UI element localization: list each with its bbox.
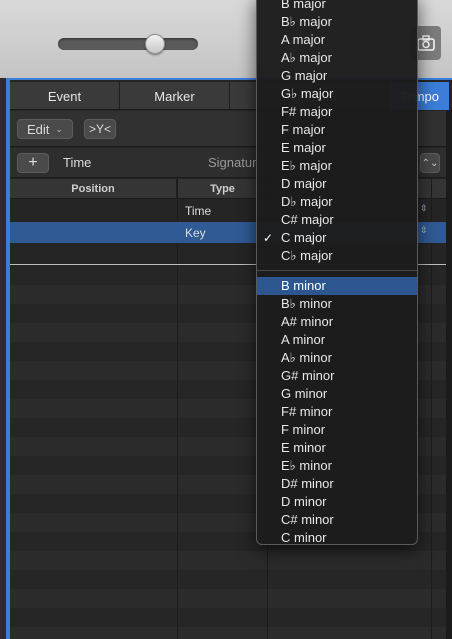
menu-item-label: C minor bbox=[281, 530, 327, 545]
menu-item-label: F# minor bbox=[281, 404, 333, 419]
scrollbar[interactable] bbox=[446, 110, 452, 639]
menu-separator bbox=[257, 270, 417, 271]
menu-item-major[interactable]: B♭ major bbox=[257, 13, 417, 31]
row-type: Time bbox=[185, 204, 212, 218]
add-signature-label: Signatur bbox=[208, 155, 257, 170]
menu-item-minor[interactable]: E♭ minor bbox=[257, 457, 417, 475]
zoom-slider-knob[interactable] bbox=[145, 34, 165, 54]
menu-item-minor[interactable]: D# minor bbox=[257, 475, 417, 493]
tab-event[interactable]: Event bbox=[10, 82, 120, 110]
menu-item-label: F minor bbox=[281, 422, 326, 437]
menu-item-label: C major bbox=[281, 230, 327, 245]
menu-item-label: C# minor bbox=[281, 512, 334, 527]
minor-keys-list: B minor B♭ minor A# minor A minor A♭ minor G#… bbox=[257, 277, 417, 547]
menu-item-label: B minor bbox=[281, 278, 326, 293]
menu-item-minor[interactable]: G# minor bbox=[257, 367, 417, 385]
menu-item-label: A major bbox=[281, 32, 326, 47]
tab-marker[interactable]: Marker bbox=[120, 82, 230, 110]
menu-item-label: A♭ minor bbox=[281, 350, 332, 365]
menu-item-label: E minor bbox=[281, 440, 326, 455]
menu-item-minor[interactable]: D minor bbox=[257, 493, 417, 511]
menu-item-label: F major bbox=[281, 122, 326, 137]
menu-item-major[interactable]: E♭ major bbox=[257, 157, 417, 175]
menu-item-major[interactable]: D major bbox=[257, 175, 417, 193]
edit-menu-button[interactable]: Edit ⌄ bbox=[17, 119, 73, 139]
add-button[interactable]: + bbox=[17, 153, 49, 173]
menu-item-label: G♭ major bbox=[281, 86, 334, 101]
menu-item-label: D major bbox=[281, 176, 327, 191]
menu-item-minor[interactable]: A minor bbox=[257, 331, 417, 349]
stepper-icon[interactable]: ⇳ bbox=[420, 203, 428, 214]
menu-item-major[interactable]: B major bbox=[257, 0, 417, 13]
key-dropdown-menu: B major B♭ major A major A♭ major G major G♭ … bbox=[256, 0, 418, 545]
menu-item-label: B♭ minor bbox=[281, 296, 332, 311]
menu-item-label: A minor bbox=[281, 332, 326, 347]
menu-item-minor[interactable]: B minor bbox=[257, 277, 417, 295]
menu-item-major[interactable]: C♭ major bbox=[257, 247, 417, 265]
menu-item-major[interactable]: A major bbox=[257, 31, 417, 49]
menu-item-minor[interactable]: F# minor bbox=[257, 403, 417, 421]
menu-item-minor[interactable]: G minor bbox=[257, 385, 417, 403]
menu-item-label: E♭ minor bbox=[281, 458, 332, 473]
chevron-down-icon: ⌄ bbox=[55, 123, 63, 134]
menu-item-major[interactable]: F major bbox=[257, 121, 417, 139]
menu-item-label: A♭ major bbox=[281, 50, 332, 65]
menu-item-label: B♭ major bbox=[281, 14, 332, 29]
menu-item-label: F# major bbox=[281, 104, 333, 119]
row-type: Key bbox=[185, 226, 206, 240]
filter-button[interactable]: >Y< bbox=[84, 119, 116, 139]
major-keys-list: B major B♭ major A major A♭ major G major G♭ … bbox=[257, 0, 417, 265]
filter-icon: >Y< bbox=[88, 122, 112, 136]
menu-item-label: G# minor bbox=[281, 368, 335, 383]
add-type-label: Time bbox=[63, 155, 92, 170]
edit-label: Edit bbox=[27, 121, 50, 137]
menu-item-label: C# major bbox=[281, 212, 334, 227]
menu-item-label: C♭ major bbox=[281, 248, 333, 263]
menu-item-major[interactable]: G♭ major bbox=[257, 85, 417, 103]
zoom-slider-track[interactable] bbox=[58, 38, 198, 50]
menu-item-major[interactable]: F# major bbox=[257, 103, 417, 121]
checkmark-icon: ✓ bbox=[263, 231, 274, 245]
menu-item-label: E♭ major bbox=[281, 158, 332, 173]
menu-item-minor[interactable]: F minor bbox=[257, 421, 417, 439]
menu-item-major[interactable]: E major bbox=[257, 139, 417, 157]
menu-item-label: G minor bbox=[281, 386, 328, 401]
menu-item-minor[interactable]: A♭ minor bbox=[257, 349, 417, 367]
stepper-icon[interactable]: ⇳ bbox=[420, 225, 428, 236]
menu-item-label: D minor bbox=[281, 494, 327, 509]
menu-item-label: E major bbox=[281, 140, 326, 155]
column-type[interactable]: Type bbox=[178, 179, 268, 199]
menu-item-major[interactable]: ✓ C major bbox=[257, 229, 417, 247]
menu-item-minor[interactable]: B♭ minor bbox=[257, 295, 417, 313]
menu-item-major[interactable]: A♭ major bbox=[257, 49, 417, 67]
menu-item-minor[interactable]: E minor bbox=[257, 439, 417, 457]
menu-item-major[interactable]: G major bbox=[257, 67, 417, 85]
menu-item-major[interactable]: D♭ major bbox=[257, 193, 417, 211]
column-position[interactable]: Position bbox=[10, 179, 177, 199]
menu-item-minor[interactable]: C minor bbox=[257, 529, 417, 547]
menu-item-label: A# minor bbox=[281, 314, 334, 329]
menu-item-label: D♭ major bbox=[281, 194, 333, 209]
menu-item-minor[interactable]: C# minor bbox=[257, 511, 417, 529]
menu-item-label: D# minor bbox=[281, 476, 334, 491]
menu-item-label: G major bbox=[281, 68, 328, 83]
menu-item-label: B major bbox=[281, 0, 326, 11]
menu-item-minor[interactable]: A# minor bbox=[257, 313, 417, 331]
menu-item-major[interactable]: C# major bbox=[257, 211, 417, 229]
stepper-icon[interactable]: ⌃⌄ bbox=[420, 153, 440, 173]
